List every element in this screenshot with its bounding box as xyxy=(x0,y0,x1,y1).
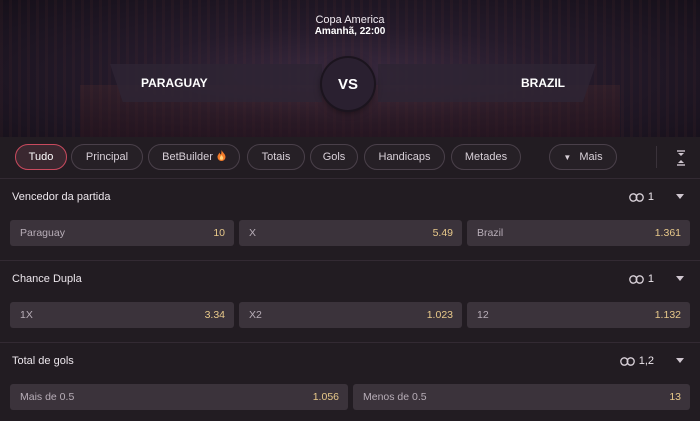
caret-down-icon: ▼ xyxy=(563,152,572,162)
market-vencedor-da-partida: Vencedor da partida 1 Paraguay 10 X 5.49… xyxy=(0,179,700,261)
odd-button[interactable]: Mais de 0.5 1.056 xyxy=(10,384,348,410)
link-icon xyxy=(619,356,635,366)
tab-gols[interactable]: Gols xyxy=(310,144,358,170)
link-count: 1,2 xyxy=(638,355,654,367)
bet-builder-link-badge[interactable]: 1 xyxy=(629,273,654,285)
odd-button[interactable]: Paraguay 10 xyxy=(10,220,234,246)
odd-label: 12 xyxy=(477,309,489,321)
tab-principal[interactable]: Principal xyxy=(71,144,143,170)
chevron-down-icon[interactable] xyxy=(676,194,684,199)
tab-totais[interactable]: Totais xyxy=(247,144,305,170)
odd-label: Paraguay xyxy=(20,227,65,239)
odd-value: 1.056 xyxy=(312,391,339,403)
match-datetime: Amanhã, 22:00 xyxy=(314,26,386,37)
market-title: Vencedor da partida xyxy=(12,191,111,203)
odd-button[interactable]: X2 1.023 xyxy=(239,302,462,328)
bet-builder-link-badge[interactable]: 1,2 xyxy=(619,355,654,367)
chevron-down-icon[interactable] xyxy=(676,276,684,281)
vs-badge: VS xyxy=(322,58,374,110)
tab-mais-dropdown[interactable]: ▼ Mais xyxy=(549,144,617,170)
market-filter-tabs: Tudo Principal BetBuilder Totais Gols Ha… xyxy=(0,137,700,179)
odd-label: Brazil xyxy=(477,227,504,239)
odd-label: 1X xyxy=(20,309,33,321)
competition-name: Copa America xyxy=(315,14,385,26)
link-count: 1 xyxy=(647,273,654,285)
home-team-name: PARAGUAY xyxy=(141,76,208,90)
odd-value: 3.34 xyxy=(204,309,225,321)
odd-button[interactable]: 1X 3.34 xyxy=(10,302,234,328)
odd-button[interactable]: 12 1.132 xyxy=(467,302,690,328)
odd-button[interactable]: X 5.49 xyxy=(239,220,462,246)
market-title: Chance Dupla xyxy=(12,273,82,285)
tab-label: Handicaps xyxy=(378,151,431,163)
link-icon xyxy=(629,192,644,202)
tab-metades[interactable]: Metades xyxy=(451,144,521,170)
tab-label: Tudo xyxy=(28,151,54,163)
bet-builder-link-badge[interactable]: 1 xyxy=(629,191,654,203)
market-total-de-gols: Total de gols 1,2 Mais de 0.5 1.056 Meno… xyxy=(0,343,700,421)
odd-value: 1.361 xyxy=(654,227,681,239)
divider xyxy=(656,146,657,168)
match-header: Copa America Amanhã, 22:00 PARAGUAY VS B… xyxy=(0,0,700,137)
tab-handicaps[interactable]: Handicaps xyxy=(364,144,445,170)
odd-value: 1.132 xyxy=(654,309,681,321)
odd-label: X xyxy=(249,227,257,239)
flame-icon xyxy=(217,150,226,164)
odd-value: 5.49 xyxy=(432,227,453,239)
odd-value: 10 xyxy=(213,227,225,239)
tab-label: Totais xyxy=(261,151,291,163)
tab-label: Metades xyxy=(464,151,508,163)
odd-label: Menos de 0.5 xyxy=(363,391,427,403)
odd-button[interactable]: Brazil 1.361 xyxy=(467,220,690,246)
tab-label: Gols xyxy=(322,151,346,163)
away-team-name: BRAZIL xyxy=(521,76,565,90)
collapse-all-icon[interactable] xyxy=(676,150,686,166)
market-chance-dupla: Chance Dupla 1 1X 3.34 X2 1.023 12 1.132 xyxy=(0,261,700,343)
tab-label: Principal xyxy=(85,151,129,163)
link-icon xyxy=(629,274,644,284)
tab-label: Mais xyxy=(579,151,603,163)
odd-value: 13 xyxy=(669,391,681,403)
chevron-down-icon[interactable] xyxy=(676,358,684,363)
odd-label: X2 xyxy=(249,309,262,321)
tab-tudo[interactable]: Tudo xyxy=(15,144,67,170)
tab-label: BetBuilder xyxy=(162,151,213,163)
odd-value: 1.023 xyxy=(426,309,453,321)
tab-betbuilder[interactable]: BetBuilder xyxy=(148,144,240,170)
link-count: 1 xyxy=(647,191,654,203)
odd-label: Mais de 0.5 xyxy=(20,391,75,403)
odd-button[interactable]: Menos de 0.5 13 xyxy=(353,384,690,410)
market-title: Total de gols xyxy=(12,355,74,367)
